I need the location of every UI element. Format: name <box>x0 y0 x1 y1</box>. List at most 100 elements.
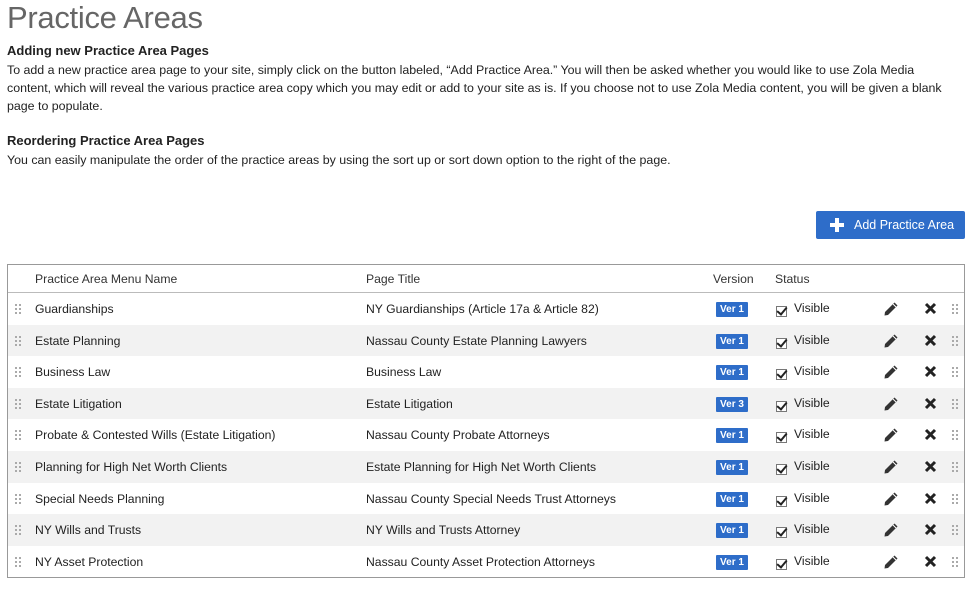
status-label: Visible <box>794 395 830 410</box>
close-icon[interactable] <box>924 397 937 415</box>
drag-handle-icon[interactable] <box>952 430 958 441</box>
status-label: Visible <box>794 553 830 568</box>
table-row: Guardianships NY Guardianships (Article 1… <box>8 293 964 325</box>
drag-handle-icon[interactable] <box>952 367 958 378</box>
add-practice-area-button[interactable]: Add Practice Area <box>816 211 965 239</box>
drag-handle-icon[interactable] <box>15 556 21 567</box>
drag-handle-icon[interactable] <box>15 493 21 504</box>
pencil-icon[interactable] <box>883 396 899 417</box>
practice-areas-table: Practice Area Menu Name Page Title Versi… <box>7 264 965 578</box>
visible-checkbox[interactable] <box>776 558 787 570</box>
pencil-icon[interactable] <box>883 459 899 480</box>
drag-handle-icon[interactable] <box>952 556 958 567</box>
table-row: Estate Planning Nassau County Estate Plan… <box>8 324 964 357</box>
table-header: Practice Area Menu Name Page Title Versi… <box>8 265 964 293</box>
status-label: Visible <box>794 490 830 505</box>
pencil-icon[interactable] <box>883 333 899 354</box>
status-label: Visible <box>794 427 830 442</box>
drag-handle-icon[interactable] <box>15 367 21 378</box>
version-badge[interactable]: Ver 1 <box>716 428 748 444</box>
practice-area-name: Special Needs Planning <box>35 491 165 506</box>
visible-checkbox[interactable] <box>776 464 787 475</box>
version-badge[interactable]: Ver 1 <box>716 523 748 539</box>
close-icon[interactable] <box>924 492 937 510</box>
status-label: Visible <box>794 301 830 315</box>
page-title: Practice Areas <box>7 0 203 35</box>
pencil-icon[interactable] <box>883 364 899 385</box>
page-title-cell: NY Wills and Trusts Attorney <box>366 523 521 538</box>
close-icon[interactable] <box>924 523 937 541</box>
visible-checkbox[interactable] <box>776 400 787 412</box>
practice-area-name: Estate Litigation <box>35 396 122 411</box>
table-row: Planning for High Net Worth Clients Estat… <box>8 451 964 483</box>
drag-handle-icon[interactable] <box>952 398 958 409</box>
drag-handle-icon[interactable] <box>15 304 21 314</box>
column-header-status[interactable]: Status <box>775 272 810 286</box>
table-row: Estate Litigation Estate Litigation Ver 3 V… <box>8 387 964 420</box>
status-label: Visible <box>794 459 830 473</box>
version-badge[interactable]: Ver 1 <box>716 491 748 507</box>
drag-handle-icon[interactable] <box>952 304 958 314</box>
page-title-cell: Nassau County Probate Attorneys <box>366 428 550 443</box>
table-row: NY Wills and Trusts NY Wills and Trusts A… <box>8 514 964 546</box>
visible-checkbox[interactable] <box>776 432 787 444</box>
drag-handle-icon[interactable] <box>15 462 21 472</box>
pencil-icon[interactable] <box>883 522 899 543</box>
drag-handle-icon[interactable] <box>15 335 21 346</box>
pencil-icon[interactable] <box>883 491 899 512</box>
practice-area-name: Guardianships <box>35 302 114 316</box>
practice-area-name: Planning for High Net Worth Clients <box>35 460 228 474</box>
plus-icon <box>830 218 844 232</box>
status-label: Visible <box>794 332 830 347</box>
column-header-menu-name[interactable]: Practice Area Menu Name <box>35 272 177 286</box>
column-header-page-title[interactable]: Page Title <box>366 272 420 286</box>
drag-handle-icon[interactable] <box>15 430 21 441</box>
table-row: NY Asset Protection Nassau County Asset P… <box>8 546 964 578</box>
practice-area-name: Estate Planning <box>35 333 121 348</box>
version-badge[interactable]: Ver 1 <box>716 333 748 349</box>
page-title-cell: Nassau County Estate Planning Lawyers <box>366 333 587 348</box>
column-header-version[interactable]: Version <box>713 272 754 286</box>
table-row: Business Law Business Law Ver 1 Visible <box>8 356 964 388</box>
section-heading-reordering: Reordering Practice Area Pages <box>7 133 205 148</box>
status-label: Visible <box>794 364 830 379</box>
page-title-cell: Nassau County Special Needs Trust Attorn… <box>366 491 616 506</box>
visible-checkbox[interactable] <box>776 306 787 317</box>
pencil-icon[interactable] <box>883 301 899 322</box>
visible-checkbox[interactable] <box>776 337 787 349</box>
drag-handle-icon[interactable] <box>15 525 21 536</box>
version-badge[interactable]: Ver 3 <box>716 396 748 412</box>
section-body-reordering: You can easily manipulate the order of t… <box>7 153 671 167</box>
version-badge[interactable]: Ver 1 <box>716 554 748 570</box>
close-icon[interactable] <box>924 334 937 352</box>
drag-handle-icon[interactable] <box>952 335 958 346</box>
pencil-icon[interactable] <box>883 427 899 448</box>
close-icon[interactable] <box>924 365 937 383</box>
drag-handle-icon[interactable] <box>15 398 21 409</box>
table-row: Special Needs Planning Nassau County Spec… <box>8 483 964 515</box>
drag-handle-icon[interactable] <box>952 525 958 536</box>
drag-handle-icon[interactable] <box>952 462 958 472</box>
pencil-icon[interactable] <box>883 554 899 575</box>
practice-area-name: NY Asset Protection <box>35 554 144 569</box>
version-badge[interactable]: Ver 1 <box>716 365 748 381</box>
section-body-adding: To add a new practice area page to your … <box>7 63 942 113</box>
visible-checkbox[interactable] <box>776 369 787 381</box>
version-badge[interactable]: Ver 1 <box>716 302 748 317</box>
visible-checkbox[interactable] <box>776 495 787 507</box>
status-label: Visible <box>794 522 830 537</box>
add-practice-area-label: Add Practice Area <box>854 218 955 232</box>
drag-handle-icon[interactable] <box>952 493 958 504</box>
close-icon[interactable] <box>924 555 937 573</box>
version-badge[interactable]: Ver 1 <box>716 460 748 475</box>
table-row: Probate & Contested Wills (Estate Litiga… <box>8 419 964 451</box>
page-title-cell: NY Guardianships (Article 17a & Article … <box>366 302 599 316</box>
visible-checkbox[interactable] <box>776 527 787 539</box>
practice-area-name: Business Law <box>35 365 111 380</box>
page-title-cell: Estate Litigation <box>366 396 453 411</box>
section-heading-adding: Adding new Practice Area Pages <box>7 43 209 58</box>
close-icon[interactable] <box>924 302 937 320</box>
page-title-cell: Estate Planning for High Net Worth Clien… <box>366 460 597 474</box>
close-icon[interactable] <box>924 460 937 478</box>
close-icon[interactable] <box>924 428 937 446</box>
